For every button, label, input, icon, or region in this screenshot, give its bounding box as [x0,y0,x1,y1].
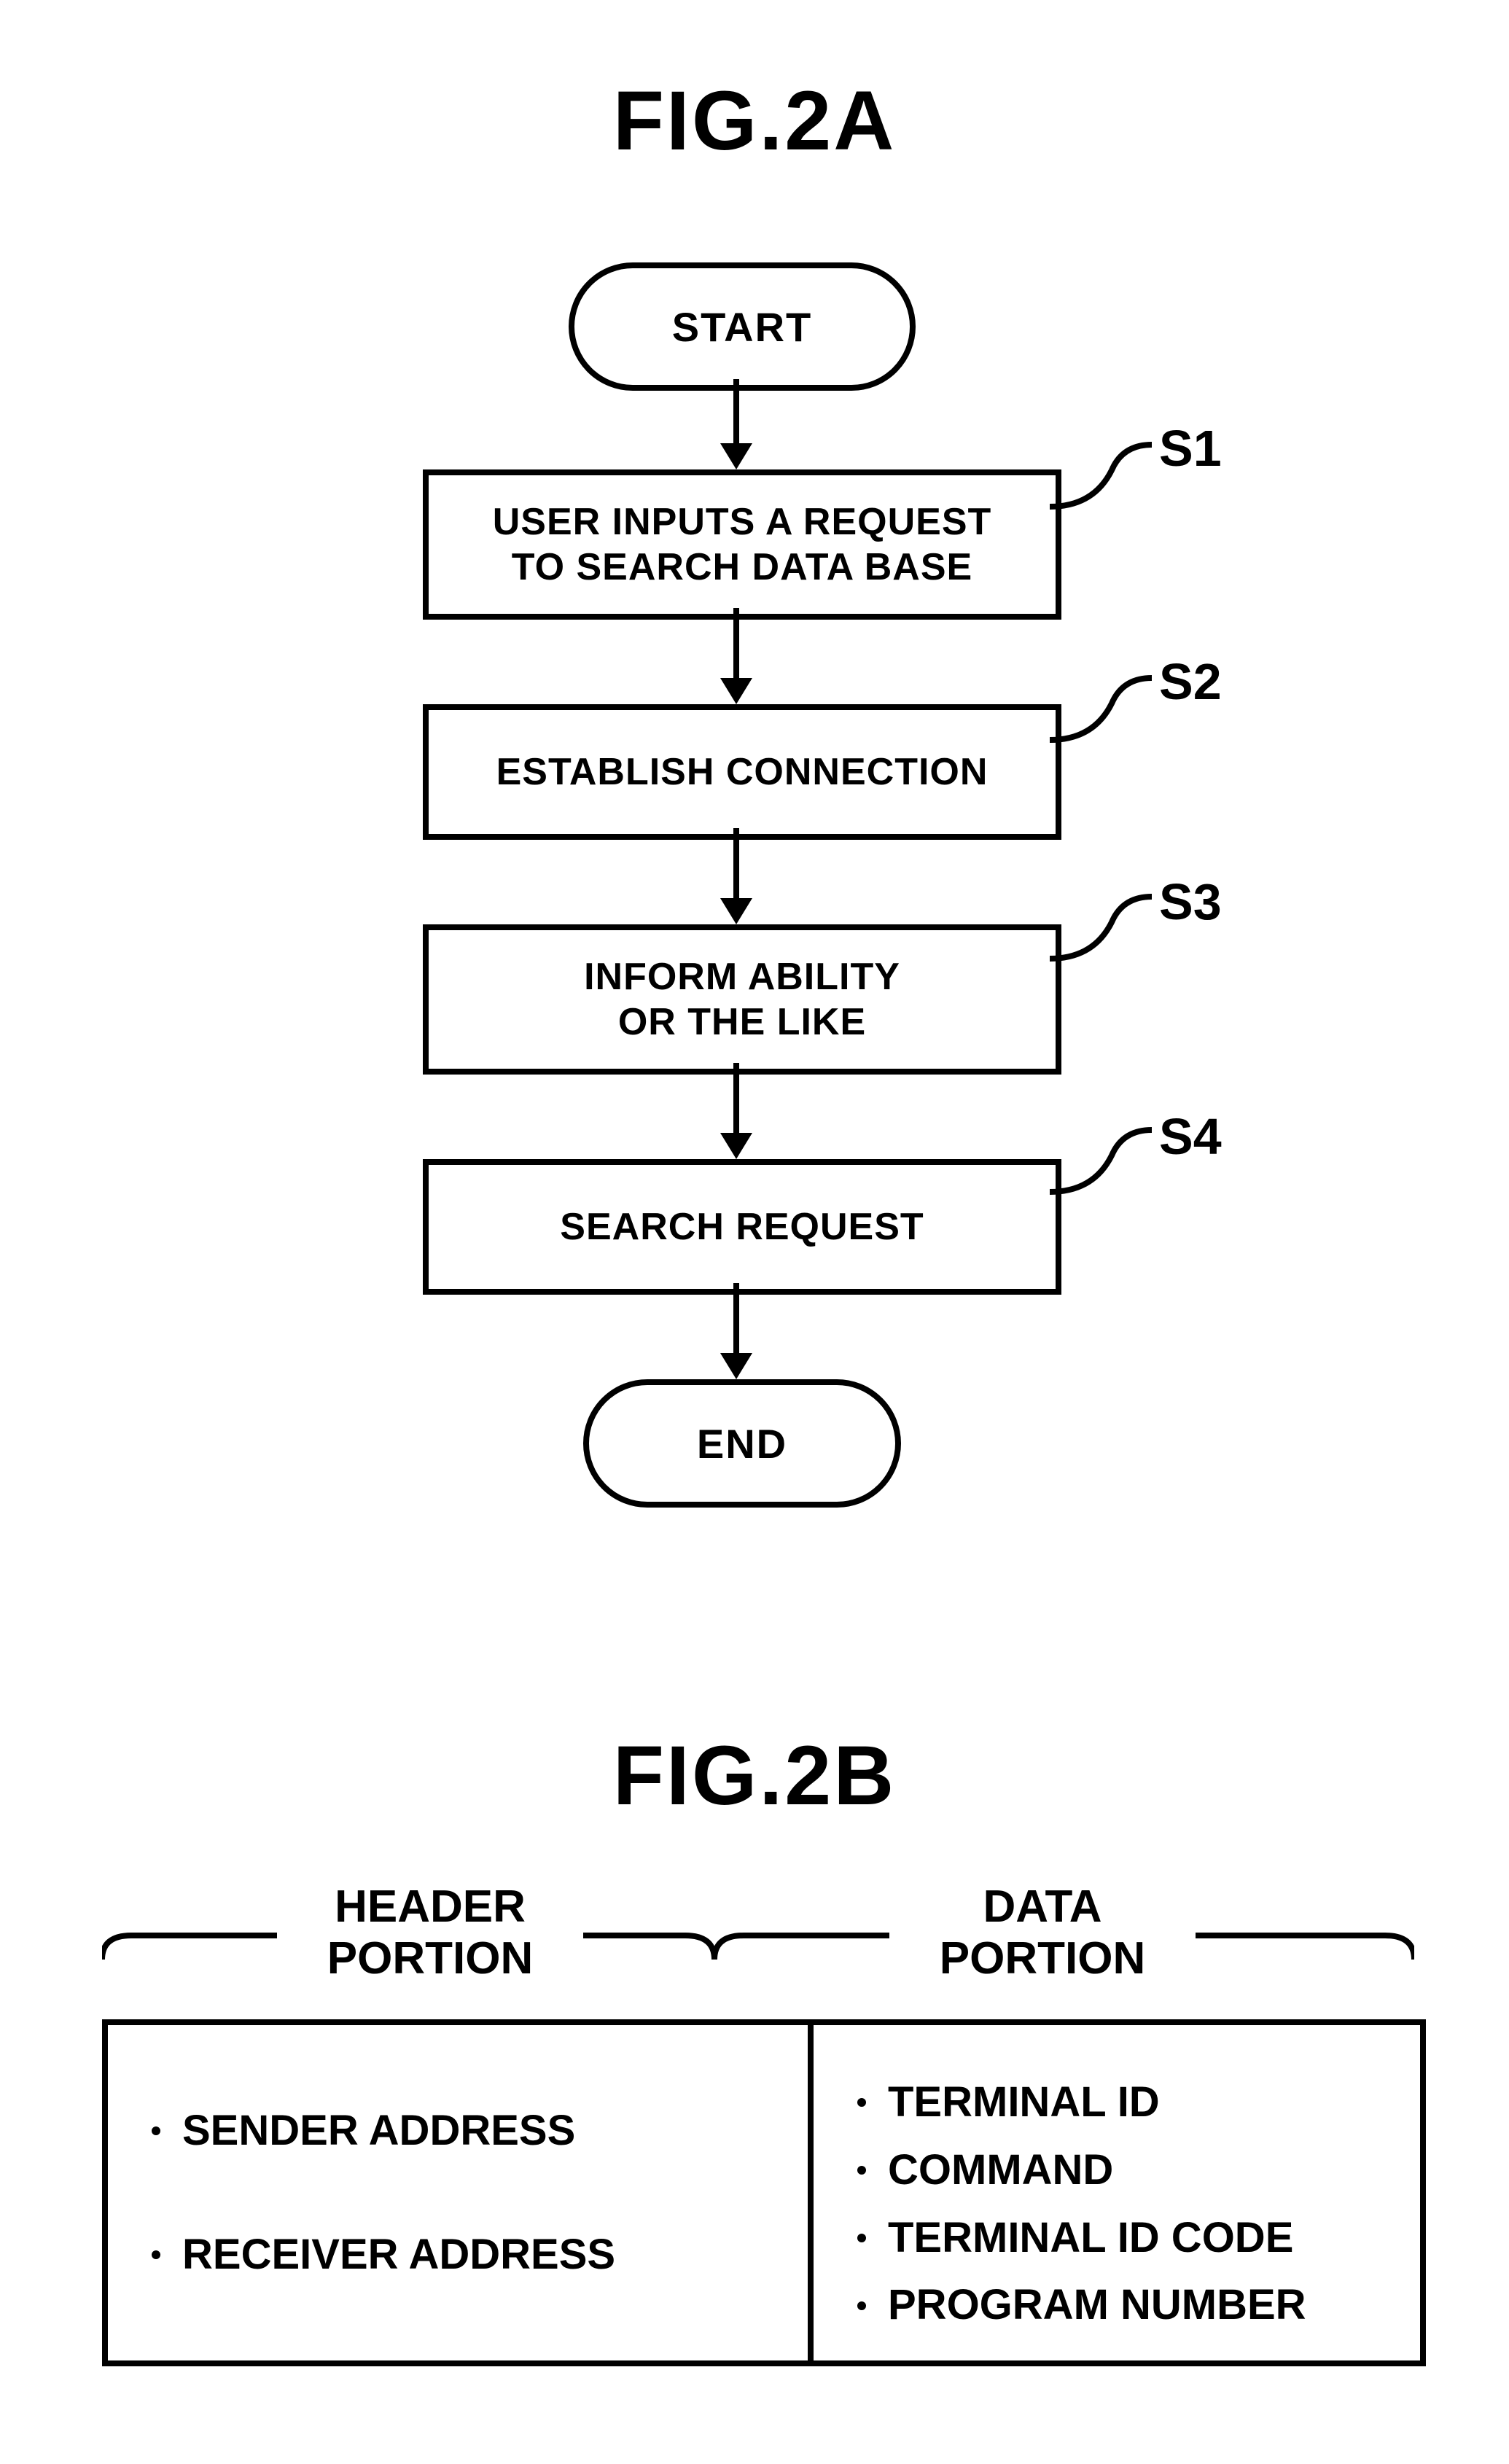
bullet-icon [857,2301,866,2310]
header-item-1: RECEIVER ADDRESS [182,2221,615,2289]
step-s1-text2: TO SEARCH DATA BASE [512,545,972,590]
header-item-row: SENDER ADDRESS [152,2097,764,2165]
step-s4-label: S4 [1159,1107,1222,1166]
brace-data-left [714,1910,889,1961]
arrow [733,379,739,445]
data-portion-label: DATA PORTION [889,1881,1196,1985]
figure-2a-title: FIG.2A [0,73,1509,169]
bullet-icon [857,2166,866,2175]
connector-s3 [1042,889,1159,970]
step-s3-label: S3 [1159,873,1222,931]
connector-s2 [1042,671,1159,751]
step-s3-text2: OR THE LIKE [618,999,866,1045]
arrow-head-icon [720,1353,752,1379]
figure-2b-title: FIG.2B [0,1728,1509,1824]
step-s3-box: INFORM ABILITY OR THE LIKE [423,924,1061,1075]
arrow-head-icon [720,443,752,469]
data-item-0: TERMINAL ID [888,2069,1160,2137]
arrow [733,828,739,901]
bullet-icon [857,2098,866,2107]
arrow [733,1063,739,1136]
arrow [733,1283,739,1356]
connector-s1 [1042,437,1159,518]
data-item-1: COMMAND [888,2137,1113,2204]
data-portion-label-2: PORTION [889,1933,1196,1984]
header-item-0: SENDER ADDRESS [182,2097,575,2165]
header-portion-label-2: PORTION [277,1933,583,1984]
data-item-3: PROGRAM NUMBER [888,2272,1306,2339]
packet-table: SENDER ADDRESS RECEIVER ADDRESS TERMINAL… [102,2019,1426,2366]
step-s1-label: S1 [1159,419,1222,477]
header-item-row: RECEIVER ADDRESS [152,2221,764,2289]
data-item-row: TERMINAL ID [857,2069,1376,2137]
step-s1-text1: USER INPUTS A REQUEST [493,499,992,545]
step-s2-box: ESTABLISH CONNECTION [423,704,1061,840]
start-label: START [672,303,813,351]
header-portion-label: HEADER PORTION [277,1881,583,1985]
arrow-head-icon [720,898,752,924]
data-portion-column: TERMINAL ID COMMAND TERMINAL ID CODE PRO… [814,2025,1420,2360]
step-s3-text1: INFORM ABILITY [584,954,900,999]
data-item-row: COMMAND [857,2137,1376,2204]
bullet-icon [857,2234,866,2242]
end-label: END [697,1420,787,1467]
step-s4-box: SEARCH REQUEST [423,1159,1061,1295]
bullet-icon [152,2250,160,2259]
step-s1-box: USER INPUTS A REQUEST TO SEARCH DATA BAS… [423,469,1061,620]
header-portion-label-1: HEADER [277,1881,583,1933]
data-item-2: TERMINAL ID CODE [888,2204,1293,2272]
arrow-head-icon [720,1133,752,1159]
bullet-icon [152,2126,160,2135]
data-item-row: TERMINAL ID CODE [857,2204,1376,2272]
brace-header-left [102,1910,277,1961]
step-s4-text1: SEARCH REQUEST [560,1204,924,1249]
connector-s4 [1042,1123,1159,1203]
arrow-head-icon [720,678,752,704]
brace-header-right [583,1910,714,1961]
brace-data-right [1196,1910,1414,1961]
step-s2-label: S2 [1159,652,1222,711]
step-s2-text1: ESTABLISH CONNECTION [496,749,989,795]
data-item-row: PROGRAM NUMBER [857,2272,1376,2339]
data-portion-label-1: DATA [889,1881,1196,1933]
arrow [733,608,739,681]
header-portion-column: SENDER ADDRESS RECEIVER ADDRESS [108,2025,814,2360]
